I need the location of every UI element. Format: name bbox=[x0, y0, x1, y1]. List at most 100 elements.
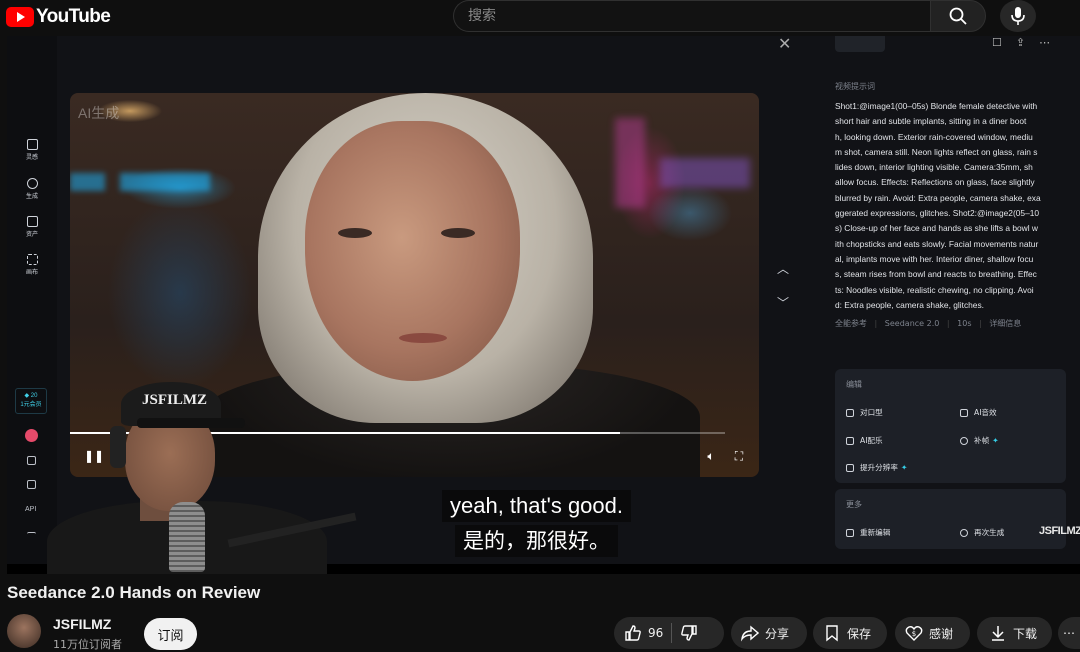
edit-option-label: AI配乐 bbox=[860, 436, 883, 445]
fullscreen-icon[interactable]: ⛶ bbox=[732, 449, 746, 463]
thanks-label: 感谢 bbox=[929, 626, 954, 641]
edit-option-label: 对口型 bbox=[860, 408, 883, 417]
prompt-line: ith chopsticks and eats slowly. Facial m… bbox=[835, 238, 1039, 249]
more-option-label: 重新编辑 bbox=[860, 528, 891, 537]
api-link[interactable]: API bbox=[25, 506, 36, 513]
like-button[interactable]: 96 bbox=[624, 624, 663, 642]
edit-option-label: 提升分辨率 bbox=[860, 463, 898, 472]
download-chip[interactable] bbox=[835, 36, 885, 52]
dislike-button[interactable] bbox=[680, 624, 698, 642]
search-icon bbox=[949, 7, 967, 25]
edit-card: 编辑 对口型 AI音效 AI配乐 补帧 ✦ 提升分辨率 ✦ bbox=[835, 369, 1066, 483]
meta-details-link[interactable]: 详细信息 bbox=[989, 319, 1021, 328]
channel-avatar[interactable] bbox=[7, 614, 41, 648]
thanks-heart-icon: $ bbox=[905, 626, 923, 641]
edit-option-label: AI音效 bbox=[974, 408, 997, 417]
thumbs-down-icon bbox=[681, 625, 697, 641]
more-card: 更多 重新编辑 再次生成 bbox=[835, 489, 1066, 549]
cap-brim bbox=[137, 418, 245, 428]
edit-option-interpolate[interactable]: 补帧 ✦ bbox=[960, 435, 999, 446]
bell-icon[interactable] bbox=[27, 456, 36, 465]
subscribe-button[interactable]: 订阅 bbox=[144, 618, 197, 650]
more-card-title: 更多 bbox=[846, 500, 862, 509]
panel-action-icons[interactable]: ☐⇪⋯ bbox=[992, 36, 1064, 49]
edit-option-ai-sfx[interactable]: AI音效 bbox=[960, 407, 997, 418]
more-actions-button[interactable]: ⋯ bbox=[1058, 617, 1080, 649]
home-icon bbox=[26, 139, 38, 150]
edit-icon bbox=[846, 528, 854, 537]
download-icon bbox=[992, 626, 1004, 641]
channel-name[interactable]: JSFILMZ bbox=[53, 616, 111, 632]
edit-card-title: 编辑 bbox=[846, 380, 862, 389]
meta-separator: | bbox=[946, 319, 950, 328]
save-button[interactable]: 保存 bbox=[813, 617, 887, 649]
more-option-regenerate[interactable]: 再次生成 bbox=[960, 527, 1004, 538]
prompt-line: short hair and subtle implants, sitting … bbox=[835, 116, 1027, 127]
like-dislike-group: 96 bbox=[614, 617, 724, 649]
chevron-down-icon[interactable]: ﹀ bbox=[777, 294, 789, 311]
prompt-line: blurred by rain. Avoid: Extra people, ca… bbox=[835, 192, 1041, 203]
app-nav-label: 资产 bbox=[25, 231, 38, 238]
youtube-play-icon bbox=[6, 7, 34, 27]
share-button[interactable]: 分享 bbox=[731, 617, 807, 649]
meta-model: Seedance 2.0 bbox=[884, 319, 940, 328]
sparkle-icon bbox=[26, 178, 38, 189]
app-nav-label: 画布 bbox=[25, 269, 38, 276]
more-horizontal-icon: ⋯ bbox=[1063, 626, 1075, 640]
edit-option-ai-music[interactable]: AI配乐 bbox=[846, 435, 883, 446]
more-option-label: 再次生成 bbox=[974, 528, 1005, 537]
jsfilmz-watermark: JSFILMZ bbox=[1039, 525, 1080, 537]
thanks-button[interactable]: $ 感谢 bbox=[895, 617, 970, 649]
search-button[interactable] bbox=[930, 0, 986, 32]
neon-sign bbox=[120, 173, 210, 191]
more-option-reedit[interactable]: 重新编辑 bbox=[846, 527, 890, 538]
youtube-logo[interactable]: YouTube bbox=[6, 6, 111, 28]
frames-icon bbox=[960, 436, 968, 445]
bookmark-icon bbox=[826, 625, 838, 642]
refresh-icon bbox=[960, 528, 968, 537]
prompt-line: s) Close-up of her face and hands as she… bbox=[835, 223, 1038, 234]
svg-text:$: $ bbox=[912, 630, 916, 638]
folder-icon bbox=[26, 216, 38, 227]
subscriber-count: 11万位订阅者 bbox=[53, 638, 122, 651]
generation-meta: 全能参考 | Seedance 2.0 | 10s | 详细信息 bbox=[835, 318, 1021, 329]
prompt-label: 视频提示词 bbox=[835, 82, 875, 91]
app-nav-label: 生成 bbox=[25, 193, 38, 200]
volume-icon[interactable]: 🔈︎ bbox=[704, 449, 718, 463]
app-nav-item-generate[interactable]: 生成 bbox=[7, 178, 57, 200]
edit-option-label: 补帧 bbox=[974, 436, 990, 445]
prompt-line: Shot1:@image1(00–05s) Blonde female dete… bbox=[835, 101, 1038, 111]
cap-logo-text: JSFILMZ bbox=[142, 392, 208, 408]
top-bar: YouTube bbox=[0, 0, 1080, 36]
prompt-line: s, steam rises from bowl and reacts to b… bbox=[835, 269, 1037, 280]
share-icon bbox=[741, 625, 759, 642]
app-nav-item-canvas[interactable]: 画布 bbox=[7, 254, 57, 276]
mouth bbox=[399, 333, 447, 343]
subtitle-chinese: 是的，那很好。 bbox=[455, 525, 618, 557]
search-input[interactable] bbox=[454, 1, 931, 31]
edit-option-upscale[interactable]: 提升分辨率 ✦ bbox=[846, 462, 907, 473]
close-icon[interactable]: ✕ bbox=[778, 36, 791, 54]
download-button[interactable]: 下载 bbox=[977, 617, 1052, 649]
eye bbox=[338, 228, 372, 238]
meta-duration: 10s bbox=[957, 319, 972, 328]
meta-separator: | bbox=[979, 319, 982, 328]
menu-icon[interactable] bbox=[27, 532, 36, 537]
thumbs-up-icon bbox=[625, 625, 641, 641]
prompt-line: m shot, camera still. Neon lights reflec… bbox=[835, 146, 1038, 157]
voice-search-button[interactable] bbox=[1000, 0, 1036, 32]
app-nav-item-assets[interactable]: 资产 bbox=[7, 216, 57, 238]
neon-sign bbox=[70, 173, 105, 191]
eye-icon bbox=[846, 408, 854, 417]
edit-option-lipsync[interactable]: 对口型 bbox=[846, 407, 883, 418]
eye bbox=[441, 228, 475, 238]
app-nav-item-inspiration[interactable]: 灵感 bbox=[7, 139, 57, 161]
chevron-up-icon[interactable]: ︿ bbox=[777, 260, 789, 277]
microphone-icon bbox=[1011, 7, 1025, 25]
prompt-line: d: Extra people, camera shake, glitches. bbox=[835, 299, 984, 310]
microphone bbox=[169, 502, 205, 572]
upscale-icon bbox=[846, 463, 854, 472]
neon-sign bbox=[615, 118, 645, 208]
device-icon[interactable] bbox=[27, 480, 36, 489]
app-nav-label: 灵感 bbox=[25, 154, 38, 161]
